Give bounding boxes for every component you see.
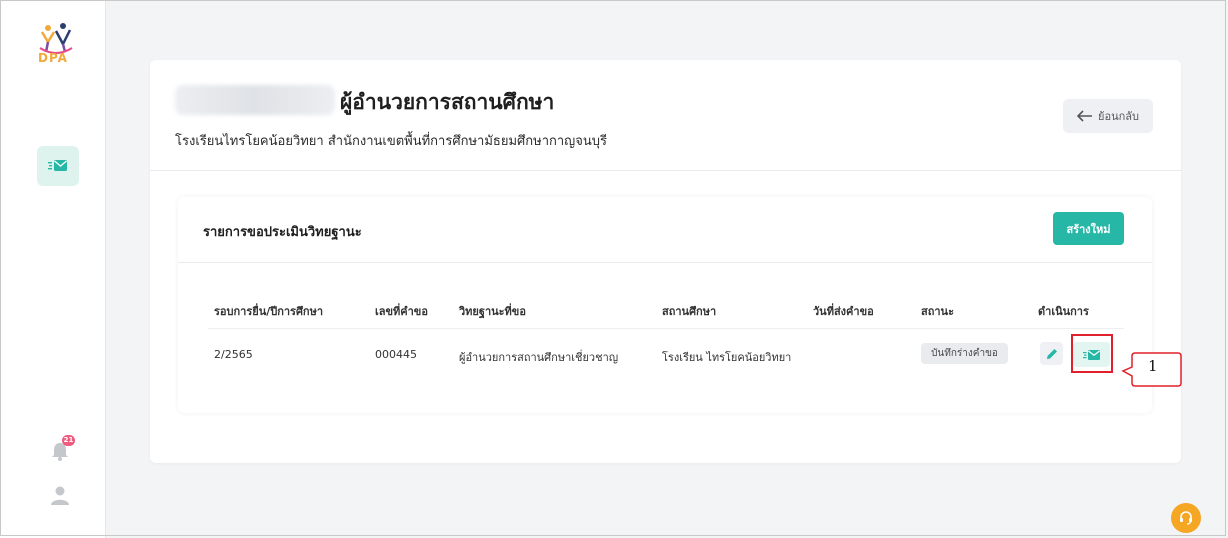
pencil-icon — [1046, 348, 1057, 359]
column-header-rank: วิทยฐานะที่ขอ — [459, 305, 526, 318]
column-header-request-no: เลขที่คำขอ — [375, 305, 428, 318]
cell-school: โรงเรียน ไทรโยคน้อยวิทยา — [662, 351, 792, 364]
dpa-logo[interactable]: DPA — [36, 22, 76, 68]
headset-icon — [1180, 511, 1192, 525]
logo-text: DPA — [38, 51, 68, 65]
column-header-status: สถานะ — [921, 305, 954, 318]
user-icon[interactable] — [49, 484, 71, 506]
annotation-number: 1 — [1148, 357, 1158, 375]
cell-round: 2/2565 — [214, 348, 253, 361]
create-new-button[interactable]: สร้างใหม่ — [1053, 212, 1124, 245]
list-title: รายการขอประเมินวิทยฐานะ — [203, 225, 362, 240]
send-request-button[interactable] — [1073, 342, 1110, 367]
arrow-left-icon — [1077, 110, 1093, 122]
sidebar-item-requests[interactable] — [37, 146, 79, 186]
main-card: ผู้อำนวยการสถานศึกษา โรงเรียนไทรโยคน้อยว… — [150, 60, 1181, 463]
divider — [178, 262, 1152, 263]
request-list-card: รายการขอประเมินวิทยฐานะ สร้างใหม่ รอบการ… — [178, 197, 1152, 413]
column-header-sent-date: วันที่ส่งคำขอ — [813, 305, 874, 318]
page-title: ผู้อำนวยการสถานศึกษา — [340, 90, 555, 114]
school-subtitle: โรงเรียนไทรโยคน้อยวิทยา สำนักงานเขตพื้นท… — [175, 134, 607, 149]
column-header-school: สถานศึกษา — [662, 305, 717, 318]
help-chat-button[interactable] — [1171, 503, 1201, 533]
table-row-divider — [208, 328, 1124, 329]
mail-icon — [48, 160, 67, 171]
sidebar: DPA 21 — [0, 0, 106, 538]
column-header-round: รอบการยื่น/ปีการศึกษา — [214, 305, 324, 318]
mail-icon — [1082, 349, 1100, 360]
blurred-user-name — [175, 85, 335, 115]
back-label: ย้อนกลับ — [1098, 110, 1139, 123]
cell-rank: ผู้อำนวยการสถานศึกษาเชี่ยวชาญ — [459, 351, 619, 364]
divider — [150, 170, 1181, 171]
status-badge: บันทึกร่างคำขอ — [921, 343, 1008, 364]
cell-request-no: 000445 — [375, 348, 417, 361]
notification-badge: 21 — [62, 435, 75, 446]
back-button[interactable]: ย้อนกลับ — [1063, 99, 1153, 133]
column-header-actions: ดำเนินการ — [1038, 305, 1089, 318]
edit-button[interactable] — [1040, 342, 1063, 365]
